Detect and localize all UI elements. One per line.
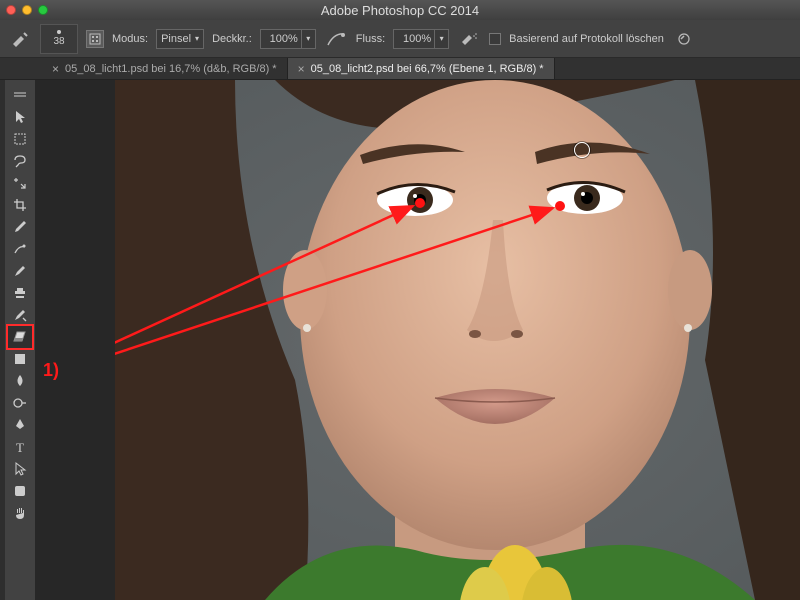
blur-tool[interactable] (8, 370, 32, 392)
mode-select[interactable]: Pinsel▾ (156, 29, 204, 49)
crop-tool[interactable] (8, 194, 32, 216)
window-zoom[interactable] (38, 5, 48, 15)
close-icon[interactable]: × (298, 62, 305, 76)
mode-label: Modus: (112, 33, 148, 45)
tablet-pressure-icon[interactable] (672, 27, 696, 51)
erase-history-checkbox[interactable] (489, 33, 501, 45)
shape-tool[interactable] (8, 480, 32, 502)
svg-text:T: T (16, 440, 24, 454)
grip-icon[interactable] (8, 84, 32, 106)
brush-preset-picker[interactable]: 38 (40, 24, 78, 54)
clone-stamp-tool[interactable] (8, 282, 32, 304)
window-minimize[interactable] (22, 5, 32, 15)
flow-input[interactable]: 100% (393, 29, 435, 49)
opacity-input[interactable]: 100% (260, 29, 302, 49)
airbrush-icon[interactable] (457, 27, 481, 51)
eraser-tool[interactable] (8, 326, 32, 348)
tool-palette: T (5, 80, 35, 600)
close-icon[interactable]: × (52, 62, 59, 76)
type-tool[interactable]: T (8, 436, 32, 458)
window-close[interactable] (6, 5, 16, 15)
dodge-tool[interactable] (8, 392, 32, 414)
tab-label: 05_08_licht2.psd bei 66,7% (Ebene 1, RGB… (311, 63, 544, 75)
move-tool[interactable] (8, 106, 32, 128)
brush-tool[interactable] (8, 260, 32, 282)
tab-doc-2[interactable]: × 05_08_licht2.psd bei 66,7% (Ebene 1, R… (288, 58, 555, 79)
tab-doc-1[interactable]: × 05_08_licht1.psd bei 16,7% (d&b, RGB/8… (42, 58, 288, 79)
brush-size-readout: 38 (53, 36, 64, 47)
tool-preset-icon[interactable] (8, 27, 32, 51)
path-select-tool[interactable] (8, 458, 32, 480)
opacity-label: Deckkr.: (212, 33, 252, 45)
tab-label: 05_08_licht1.psd bei 16,7% (d&b, RGB/8) … (65, 63, 277, 75)
document-image (115, 80, 800, 600)
opacity-pressure-icon[interactable] (324, 27, 348, 51)
opacity-dropdown[interactable]: ▾ (302, 29, 316, 49)
quick-select-tool[interactable] (8, 172, 32, 194)
document-tab-bar: × 05_08_licht1.psd bei 16,7% (d&b, RGB/8… (0, 58, 800, 80)
history-brush-tool[interactable] (8, 304, 32, 326)
brush-panel-toggle[interactable] (86, 30, 104, 48)
hand-tool[interactable] (8, 502, 32, 524)
workspace: T (0, 80, 800, 600)
canvas-gutter (35, 80, 115, 600)
app-title: Adobe Photoshop CC 2014 (0, 3, 800, 18)
gradient-tool[interactable] (8, 348, 32, 370)
annotation-label: 1) (43, 360, 59, 381)
lasso-tool[interactable] (8, 150, 32, 172)
brush-cursor (574, 142, 590, 158)
flow-label: Fluss: (356, 33, 385, 45)
healing-brush-tool[interactable] (8, 238, 32, 260)
flow-dropdown[interactable]: ▾ (435, 29, 449, 49)
canvas[interactable] (115, 80, 800, 600)
options-bar: 38 Modus: Pinsel▾ Deckkr.: 100% ▾ Fluss:… (0, 20, 800, 58)
pen-tool[interactable] (8, 414, 32, 436)
marquee-tool[interactable] (8, 128, 32, 150)
eyedropper-tool[interactable] (8, 216, 32, 238)
title-bar: Adobe Photoshop CC 2014 (0, 0, 800, 20)
erase-history-label: Basierend auf Protokoll löschen (509, 33, 664, 45)
